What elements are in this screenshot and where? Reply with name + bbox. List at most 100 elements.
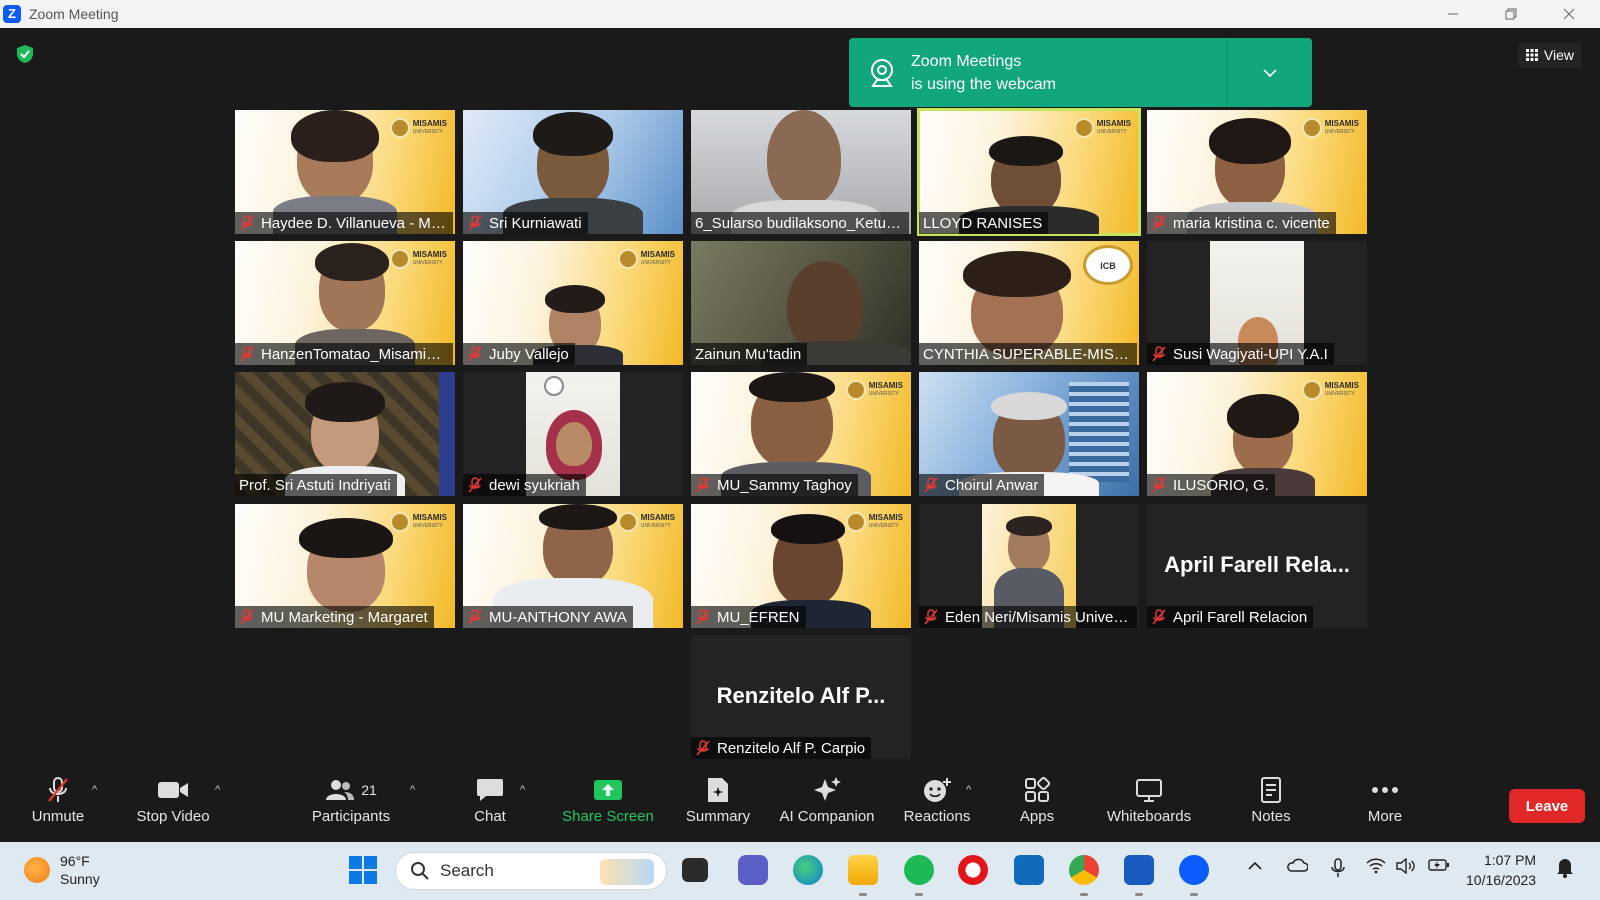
file-explorer-icon[interactable]: [848, 855, 878, 885]
participant-name-bar: dewi syukriah: [463, 474, 586, 496]
video-tile-no-video[interactable]: April Farell Rela... April Farell Relaci…: [1147, 504, 1367, 628]
participant-name-bar: Zainun Mu'tadin: [691, 343, 808, 365]
participant-name: Renzitelo Alf P. Carpio: [717, 739, 866, 757]
video-tile[interactable]: MISAMIS UNIVERSITY Haydee D. Villanueva -…: [235, 110, 455, 234]
title-bar: Z Zoom Meeting: [0, 0, 1600, 28]
start-button[interactable]: [348, 855, 378, 885]
leave-button[interactable]: Leave: [1509, 789, 1585, 823]
taskbar-clock[interactable]: 1:07 PM 10/16/2023: [1466, 850, 1536, 890]
running-indicator: [859, 893, 867, 896]
opera-browser-icon[interactable]: [958, 855, 988, 885]
battery-charging-icon[interactable]: [1428, 858, 1450, 876]
participant-display-name: April Farell Rela...: [1164, 552, 1350, 577]
chrome-browser-icon[interactable]: [1069, 855, 1099, 885]
muted-mic-icon: [468, 346, 482, 362]
minimize-button[interactable]: [1430, 0, 1476, 28]
video-tile[interactable]: Eden Neri/Misamis University: [919, 504, 1139, 628]
participant-name-bar: MU_Sammy Taghoy: [691, 474, 858, 496]
webcam-notification[interactable]: Zoom Meetings is using the webcam: [849, 38, 1312, 107]
video-tile[interactable]: MISAMIS UNIVERSITY maria kristina c. vice…: [1147, 110, 1367, 234]
restore-button[interactable]: [1488, 0, 1534, 28]
video-tile-no-video[interactable]: Renzitelo Alf P... Renzitelo Alf P. Carp…: [691, 635, 911, 759]
reactions-button[interactable]: Reactions: [898, 772, 976, 836]
file-app-icon[interactable]: [682, 858, 708, 882]
video-options-caret[interactable]: ^: [215, 784, 220, 796]
chevron-up-icon[interactable]: [1248, 858, 1262, 875]
summary-document-icon: [708, 778, 728, 802]
muted-mic-icon: [696, 477, 710, 493]
taskbar-search[interactable]: Search: [395, 852, 667, 890]
chat-button[interactable]: Chat: [462, 772, 518, 836]
participant-hair: [749, 372, 835, 402]
video-tile[interactable]: MISAMIS UNIVERSITY HanzenTomatao_Misamis …: [235, 241, 455, 365]
video-tile[interactable]: Prof. Sri Astuti Indriyati: [235, 372, 455, 496]
iconbacc-logo: ICB: [1083, 245, 1133, 285]
participant-name-bar: HanzenTomatao_Misamis University: [235, 343, 453, 365]
video-tile[interactable]: MISAMIS UNIVERSITY MU-ANTHONY AWA: [463, 504, 683, 628]
word-icon[interactable]: [1124, 855, 1154, 885]
video-tile[interactable]: MISAMIS UNIVERSITY Juby Vallejo: [463, 241, 683, 365]
wifi-icon[interactable]: [1366, 858, 1386, 878]
weather-temperature: 96°F: [60, 853, 90, 869]
sun-icon: [24, 857, 50, 883]
onedrive-cloud-icon[interactable]: [1286, 858, 1309, 876]
audio-options-caret[interactable]: ^: [92, 784, 97, 796]
video-tile[interactable]: MISAMIS UNIVERSITY MU_Sammy Taghoy: [691, 372, 911, 496]
notes-button[interactable]: Notes: [1246, 772, 1296, 836]
edge-browser-icon[interactable]: [793, 855, 823, 885]
video-tile[interactable]: dewi syukriah: [463, 372, 683, 496]
participant-name-bar: Renzitelo Alf P. Carpio: [691, 737, 872, 759]
stop-video-button[interactable]: Stop Video: [133, 772, 213, 836]
chat-label: Chat: [474, 808, 506, 825]
participant-hair: [305, 382, 385, 422]
stop-video-label: Stop Video: [136, 808, 210, 825]
summary-button[interactable]: Summary: [680, 772, 756, 836]
chat-options-caret[interactable]: ^: [520, 784, 525, 796]
view-button[interactable]: View: [1517, 42, 1582, 68]
muted-mic-icon: [468, 609, 482, 625]
reactions-options-caret[interactable]: ^: [966, 784, 971, 796]
video-tile[interactable]: ICB CYNTHIA SUPERABLE-MISAMIS UNIVERSITY: [919, 241, 1139, 365]
video-tile[interactable]: MISAMIS UNIVERSITY MU Marketing - Margare…: [235, 504, 455, 628]
security-shield-icon[interactable]: [16, 44, 34, 64]
participant-name-bar: MU_EFREN: [691, 606, 806, 628]
participant-hair: [291, 110, 379, 162]
ai-companion-button[interactable]: AI Companion: [772, 772, 882, 836]
microphone-icon[interactable]: [1331, 858, 1345, 882]
close-button[interactable]: [1546, 0, 1592, 28]
more-button[interactable]: More: [1360, 772, 1410, 836]
muted-mic-icon: [696, 740, 710, 756]
unmute-button[interactable]: Unmute: [22, 772, 94, 836]
weather-widget[interactable]: 96°F Sunny: [24, 852, 100, 888]
apps-button[interactable]: Apps: [1010, 772, 1064, 836]
muted-mic-icon: [48, 777, 68, 802]
running-indicator: [1135, 893, 1143, 896]
teams-chat-icon[interactable]: [738, 855, 768, 885]
video-tile[interactable]: MISAMIS UNIVERSITY MU_EFREN: [691, 504, 911, 628]
video-tile[interactable]: MISAMIS UNIVERSITY ILUSORIO, G.: [1147, 372, 1367, 496]
video-tile[interactable]: Choirul Anwar: [919, 372, 1139, 496]
video-tile[interactable]: 6_Sularso budilaksono_Ketua Umum YAI: [691, 110, 911, 234]
notification-expand-button[interactable]: [1227, 68, 1312, 78]
zoom-window: Z Zoom Meeting View Zoom Meetings is usi…: [0, 0, 1600, 900]
whiteboards-button[interactable]: Whiteboards: [1102, 772, 1196, 836]
windows-logo-icon: [349, 856, 377, 884]
participant-name-bar: April Farell Relacion: [1147, 606, 1314, 628]
video-tile[interactable]: Zainun Mu'tadin: [691, 241, 911, 365]
more-dots-icon: [1372, 787, 1398, 793]
participants-button[interactable]: 21 Participants: [310, 772, 392, 836]
video-tile-active-speaker[interactable]: MISAMIS UNIVERSITY LLOYD RANISES: [917, 108, 1141, 236]
share-screen-button[interactable]: Share Screen: [558, 772, 658, 836]
participants-options-caret[interactable]: ^: [410, 784, 415, 796]
zoom-app-icon[interactable]: [1179, 855, 1209, 885]
volume-icon[interactable]: [1396, 857, 1416, 878]
participant-name: April Farell Relacion: [1173, 608, 1308, 626]
spotify-icon[interactable]: [904, 855, 934, 885]
minimize-icon: [1448, 13, 1458, 15]
muted-mic-icon: [1152, 215, 1166, 231]
running-indicator: [1080, 893, 1088, 896]
mail-icon[interactable]: [1014, 855, 1044, 885]
video-tile[interactable]: Sri Kurniawati: [463, 110, 683, 234]
video-tile[interactable]: Susi Wagiyati-UPI Y.A.I: [1147, 241, 1367, 365]
notification-bell-icon[interactable]: [1556, 856, 1574, 882]
